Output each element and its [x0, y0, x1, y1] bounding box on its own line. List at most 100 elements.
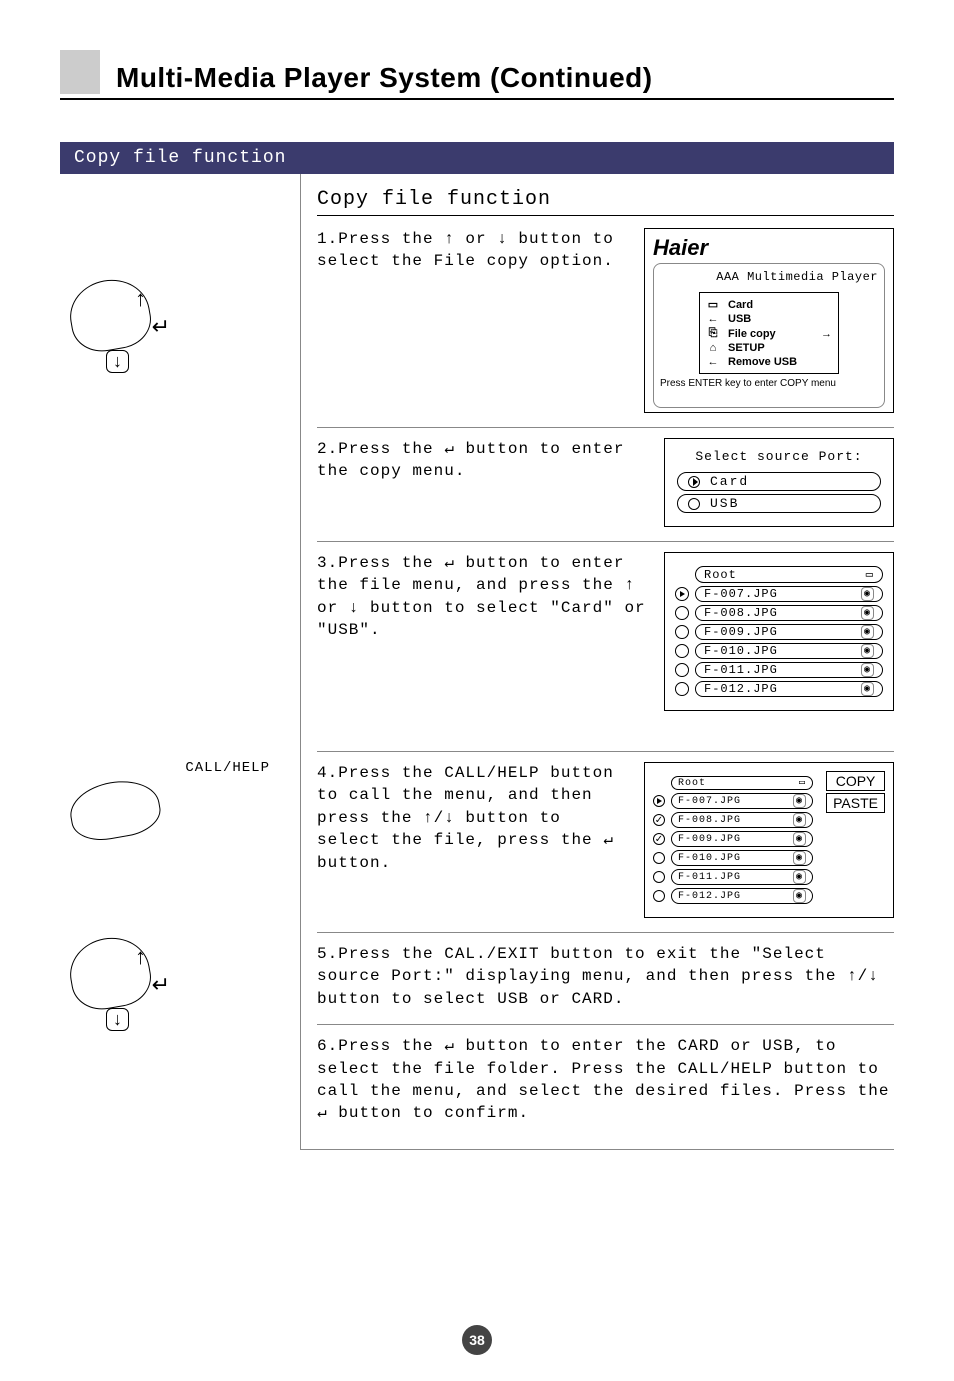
arrow-down-icon: ↓ [106, 1008, 129, 1031]
radio-icon [653, 890, 665, 902]
radio-selected-icon [675, 587, 689, 601]
step-2-text: 2.Press the ↵ button to enter the copy m… [317, 438, 652, 483]
remote-illustration-3: ↑ ↵ ↓ [60, 938, 300, 1038]
arrow-up-icon: ↑ [135, 286, 146, 312]
osd-main-menu: Haier AAA Multimedia Player ▭ Card ← USB [644, 228, 894, 413]
menu-label: USB [728, 313, 751, 325]
folder-icon: ▭ [799, 777, 806, 789]
image-icon: ◉ [861, 682, 874, 696]
step-6: 6.Press the ↵ button to enter the CARD o… [317, 1024, 894, 1125]
radio-icon [675, 625, 689, 639]
setup-icon: ⌂ [706, 342, 720, 354]
file-name: F-009.JPG [678, 834, 741, 845]
file-row[interactable]: F-012.JPG ◉ [675, 681, 883, 697]
step-1: 1.Press the ↑ or ↓ button to select the … [317, 228, 894, 413]
image-icon: ◉ [793, 851, 806, 865]
image-icon: ◉ [793, 813, 806, 827]
file-row[interactable]: F-009.JPG◉ [675, 624, 883, 640]
image-icon: ◉ [793, 794, 806, 808]
arrow-down-icon: ↓ [106, 350, 129, 373]
radio-icon [653, 871, 665, 883]
osd-select-title: Select source Port: [677, 449, 881, 464]
sub-title: Copy file function [317, 188, 894, 216]
step-2: 2.Press the ↵ button to enter the copy m… [317, 427, 894, 527]
file-row[interactable]: F-008.JPG ◉ [653, 812, 813, 828]
remote-illustration-2 [60, 782, 300, 852]
step-3-text: 3.Press the ↵ button to enter the file m… [317, 552, 652, 642]
page-title: Multi-Media Player System (Continued) [116, 62, 653, 94]
menu-item-setup[interactable]: ⌂ SETUP [706, 341, 832, 355]
check-icon [653, 814, 665, 826]
file-name: F-012.JPG [704, 682, 778, 696]
osd-copy-paste: COPY PASTE Root ▭ F-0 [644, 762, 894, 918]
file-name: F-010.JPG [678, 853, 741, 864]
arrow-left-icon: ← [706, 313, 720, 325]
copy-icon: ⎘ [706, 327, 720, 340]
osd-file-list: Root ▭ F-007.JPG◉ F-008.JPG◉ F-0 [664, 552, 894, 711]
copy-button[interactable]: COPY [826, 771, 885, 791]
remote-illustration-1: ↑ ↵ ↓ [60, 280, 300, 380]
paste-button[interactable]: PASTE [826, 793, 885, 813]
arrow-up-icon: ↑ [135, 944, 146, 970]
call-help-label: CALL/HELP [60, 760, 300, 776]
radio-selected-icon [688, 476, 700, 488]
folder-icon: ▭ [866, 567, 874, 582]
step-4: 4.Press the CALL/HELP button to call the… [317, 751, 894, 918]
image-icon: ◉ [861, 587, 874, 601]
image-icon: ◉ [793, 832, 806, 846]
menu-label: Card [728, 299, 753, 311]
image-icon: ◉ [861, 606, 874, 620]
file-row[interactable]: F-007.JPG ◉ [653, 793, 813, 809]
radio-icon [675, 682, 689, 696]
image-icon: ◉ [861, 644, 874, 658]
menu-label: Remove USB [728, 356, 797, 368]
file-name: F-011.JPG [704, 663, 778, 677]
file-name: F-007.JPG [704, 587, 778, 601]
file-row[interactable]: F-012.JPG ◉ [653, 888, 813, 904]
step-5-text: 5.Press the CAL./EXIT button to exit the… [317, 943, 894, 1010]
file-row[interactable]: F-010.JPG◉ [675, 643, 883, 659]
menu-item-usb[interactable]: ← USB [706, 312, 832, 326]
page-number: 38 [462, 1325, 492, 1355]
osd-select-source: Select source Port: Card USB [664, 438, 894, 527]
step-3: 3.Press the ↵ button to enter the file m… [317, 541, 894, 711]
file-row[interactable]: F-007.JPG ◉ [675, 586, 883, 602]
file-row[interactable]: F-009.JPG ◉ [653, 831, 813, 847]
option-label: Card [710, 474, 749, 489]
menu-label: SETUP [728, 342, 765, 354]
file-name: F-009.JPG [704, 625, 778, 639]
arrow-left-icon: ← [706, 356, 720, 368]
step-5: 5.Press the CAL./EXIT button to exit the… [317, 932, 894, 1010]
menu-item-file-copy[interactable]: ⎘ File copy → [706, 326, 832, 341]
osd-menu-list: ▭ Card ← USB ⎘ File copy → [699, 292, 839, 374]
radio-icon [675, 663, 689, 677]
left-column: ↑ ↵ ↓ CALL/HELP ↑ ↵ ↓ [60, 174, 300, 1150]
source-option-usb[interactable]: USB [677, 494, 881, 513]
radio-selected-icon [653, 795, 665, 807]
file-row[interactable]: F-008.JPG ◉ [675, 605, 883, 621]
source-option-card[interactable]: Card [677, 472, 881, 491]
file-name: F-008.JPG [704, 606, 778, 620]
root-label: Root [704, 568, 737, 582]
file-name: F-007.JPG [678, 796, 741, 807]
osd-hint: Press ENTER key to enter COPY menu [660, 378, 878, 389]
menu-item-card[interactable]: ▭ Card [706, 297, 832, 312]
header-accent-block [60, 50, 100, 94]
menu-item-remove-usb[interactable]: ← Remove USB [706, 355, 832, 369]
image-icon: ◉ [793, 889, 806, 903]
file-row[interactable]: F-011.JPG◉ [653, 869, 813, 885]
file-row[interactable]: F-010.JPG ◉ [653, 850, 813, 866]
file-name: F-012.JPG [678, 891, 741, 902]
menu-label: File copy [728, 328, 776, 340]
file-name: F-011.JPG [678, 872, 741, 883]
file-name: F-008.JPG [678, 815, 741, 826]
radio-icon [675, 644, 689, 658]
root-folder[interactable]: Root ▭ [695, 566, 883, 583]
osd-subtitle: AAA Multimedia Player [660, 270, 878, 284]
root-label: Root [678, 778, 706, 789]
radio-icon [675, 606, 689, 620]
file-row[interactable]: F-011.JPG◉ [675, 662, 883, 678]
root-folder[interactable]: Root ▭ [671, 776, 813, 790]
option-label: USB [710, 496, 739, 511]
step-6-text: 6.Press the ↵ button to enter the CARD o… [317, 1035, 894, 1125]
